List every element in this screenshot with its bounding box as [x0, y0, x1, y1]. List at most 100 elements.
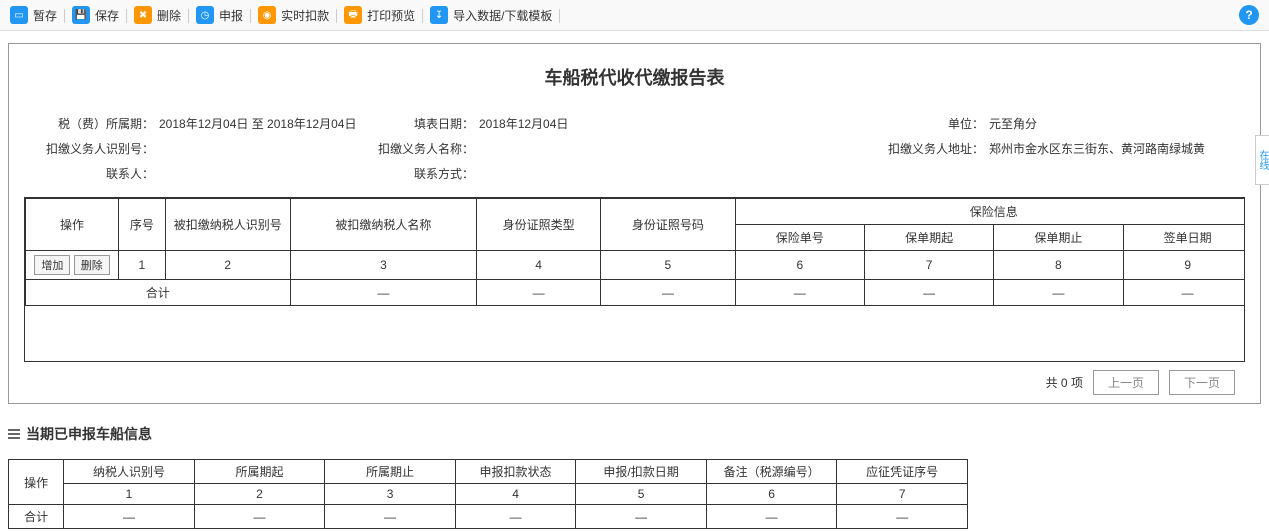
save-button[interactable]: 💾 保存 [72, 6, 119, 24]
cell: 6 [706, 484, 837, 505]
sum-cell: — [576, 505, 707, 529]
sum-label: 合计 [9, 505, 64, 529]
sum-cell: — [455, 505, 576, 529]
declared-table: 操作 纳税人识别号 所属期起 所属期止 申报扣款状态 申报/扣款日期 备注（税源… [8, 459, 968, 529]
contact-label: 联系人： [24, 165, 154, 182]
th2-voucher-no: 应征凭证序号 [837, 460, 968, 484]
cell-operation: 增加 删除 [26, 251, 119, 280]
table-header-row1: 操作 序号 被扣缴纳税人识别号 被扣缴纳税人名称 身份证照类型 身份证照号码 保… [26, 199, 1246, 225]
print-icon: 🖶 [344, 6, 362, 24]
cell-seq[interactable]: 1 [119, 251, 166, 280]
th-operation: 操作 [26, 199, 119, 251]
withholder-addr-value: 郑州市金水区东三街东、黄河路南绿城黄 [984, 140, 1205, 157]
sum-label: 合计 [26, 280, 291, 306]
save-label: 保存 [95, 7, 119, 24]
import-download-label: 导入数据/下载模板 [453, 7, 552, 24]
sum-cell: — [64, 505, 195, 529]
sum-cell: — [706, 505, 837, 529]
cell-policy-end[interactable]: 8 [994, 251, 1123, 280]
cell: 1 [64, 484, 195, 505]
declare-icon: ◷ [196, 6, 214, 24]
cell-policy-start[interactable]: 7 [864, 251, 993, 280]
filldate-label: 填表日期： [364, 115, 474, 132]
add-row-button[interactable]: 增加 [34, 255, 70, 275]
th2-operation: 操作 [9, 460, 64, 505]
cell-id-type[interactable]: 4 [477, 251, 601, 280]
sum-cell: — [601, 280, 735, 306]
th-sign-date: 签单日期 [1123, 225, 1245, 251]
sum-cell: — [325, 505, 456, 529]
section-declared-title: 当期已申报车船信息 [8, 424, 1261, 444]
sum-cell: — [194, 505, 325, 529]
pager: 共 0 项 上一页 下一页 [24, 362, 1245, 403]
help-icon-label: ? [1245, 8, 1252, 22]
th-policy-start: 保单期起 [864, 225, 993, 251]
cell: 4 [455, 484, 576, 505]
th-seq: 序号 [119, 199, 166, 251]
next-page-button[interactable]: 下一页 [1169, 370, 1235, 395]
unit-value: 元至角分 [984, 115, 1037, 132]
contact-value [154, 165, 159, 182]
cell-sign-date[interactable]: 9 [1123, 251, 1245, 280]
table-header-row: 操作 纳税人识别号 所属期起 所属期止 申报扣款状态 申报/扣款日期 备注（税源… [9, 460, 968, 484]
unit-label: 单位： [854, 115, 984, 132]
tempsave-icon: ▭ [10, 6, 28, 24]
contact-tel-value [474, 165, 479, 182]
cell-id-number[interactable]: 5 [601, 251, 735, 280]
filldate-value: 2018年12月04日 [474, 115, 568, 132]
th2-taxpayer-id: 纳税人识别号 [64, 460, 195, 484]
sum-cell: — [290, 280, 476, 306]
tempsave-button[interactable]: ▭ 暂存 [10, 6, 57, 24]
table-row: 增加 删除 1 2 3 4 5 6 7 8 9 10 [26, 251, 1246, 280]
realtime-deduct-label: 实时扣款 [281, 7, 329, 24]
sum-cell: — [837, 505, 968, 529]
th-policy-end: 保单期止 [994, 225, 1123, 251]
cell-withheld-name[interactable]: 3 [290, 251, 476, 280]
report-box: 车船税代收代缴报告表 税（费）所属期： 2018年12月04日 至 2018年1… [8, 43, 1261, 404]
toolbar: ▭ 暂存 💾 保存 ✖ 删除 ◷ 申报 ◉ 实时扣款 🖶 打印预览 ↧ 导入数据… [0, 0, 1269, 31]
print-preview-button[interactable]: 🖶 打印预览 [344, 6, 415, 24]
table-row: 1 2 3 4 5 6 7 [9, 484, 968, 505]
tempsave-label: 暂存 [33, 7, 57, 24]
th-id-number: 身份证照号码 [601, 199, 735, 251]
period-value: 2018年12月04日 至 2018年12月04日 [154, 115, 356, 132]
th2-declare-date: 申报/扣款日期 [576, 460, 707, 484]
th-policy-no: 保险单号 [735, 225, 864, 251]
th2-period-end: 所属期止 [325, 460, 456, 484]
del-row-button[interactable]: 删除 [74, 255, 110, 275]
main-content: 车船税代收代缴报告表 税（费）所属期： 2018年12月04日 至 2018年1… [0, 43, 1269, 529]
cell: 3 [325, 484, 456, 505]
th-withheld-name: 被扣缴纳税人名称 [290, 199, 476, 251]
cell-policy-no[interactable]: 6 [735, 251, 864, 280]
th2-deduct-status: 申报扣款状态 [455, 460, 576, 484]
print-preview-label: 打印预览 [367, 7, 415, 24]
report-title: 车船税代收代缴报告表 [24, 64, 1245, 90]
delete-button[interactable]: ✖ 删除 [134, 6, 181, 24]
cell-withheld-id[interactable]: 2 [165, 251, 290, 280]
main-table-scroll[interactable]: 操作 序号 被扣缴纳税人识别号 被扣缴纳税人名称 身份证照类型 身份证照号码 保… [24, 197, 1245, 362]
side-online-tab[interactable]: 在线 [1255, 135, 1269, 185]
th2-period-start: 所属期起 [194, 460, 325, 484]
th-insurance-group: 保险信息 [735, 199, 1245, 225]
delete-icon: ✖ [134, 6, 152, 24]
delete-label: 删除 [157, 7, 181, 24]
withholder-name-value [474, 140, 479, 157]
info-row-2: 扣缴义务人识别号： 扣缴义务人名称： 扣缴义务人地址： 郑州市金水区东三街东、黄… [24, 140, 1245, 157]
realtime-deduct-icon: ◉ [258, 6, 276, 24]
help-button[interactable]: ? [1239, 5, 1259, 25]
main-table: 操作 序号 被扣缴纳税人识别号 被扣缴纳税人名称 身份证照类型 身份证照号码 保… [25, 198, 1245, 306]
declare-label: 申报 [219, 7, 243, 24]
realtime-deduct-button[interactable]: ◉ 实时扣款 [258, 6, 329, 24]
contact-tel-label: 联系方式： [364, 165, 474, 182]
withholder-addr-label: 扣缴义务人地址： [854, 140, 984, 157]
prev-page-button[interactable]: 上一页 [1093, 370, 1159, 395]
sum-cell: — [477, 280, 601, 306]
th2-remark: 备注（税源编号） [706, 460, 837, 484]
sum-cell: — [1123, 280, 1245, 306]
sum-cell: — [735, 280, 864, 306]
cell: 5 [576, 484, 707, 505]
info-row-1: 税（费）所属期： 2018年12月04日 至 2018年12月04日 填表日期：… [24, 115, 1245, 132]
declare-button[interactable]: ◷ 申报 [196, 6, 243, 24]
import-download-button[interactable]: ↧ 导入数据/下载模板 [430, 6, 552, 24]
th-id-type: 身份证照类型 [477, 199, 601, 251]
